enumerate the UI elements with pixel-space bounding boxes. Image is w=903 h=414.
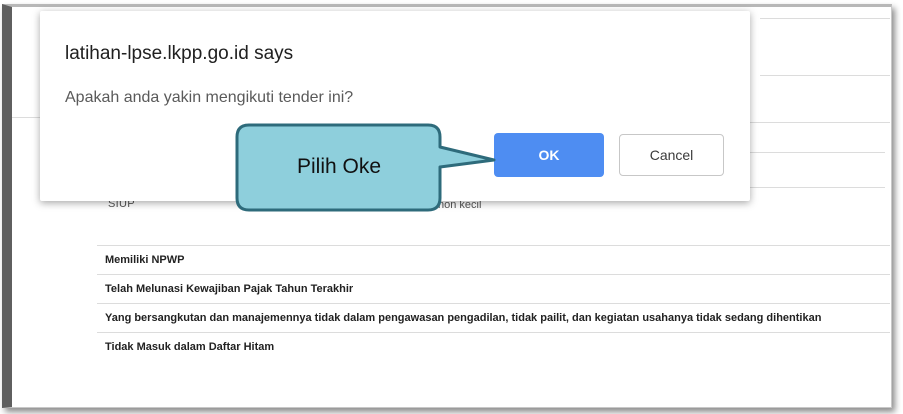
callout-shape xyxy=(235,123,496,212)
callout-label: Pilih Oke xyxy=(296,155,382,178)
